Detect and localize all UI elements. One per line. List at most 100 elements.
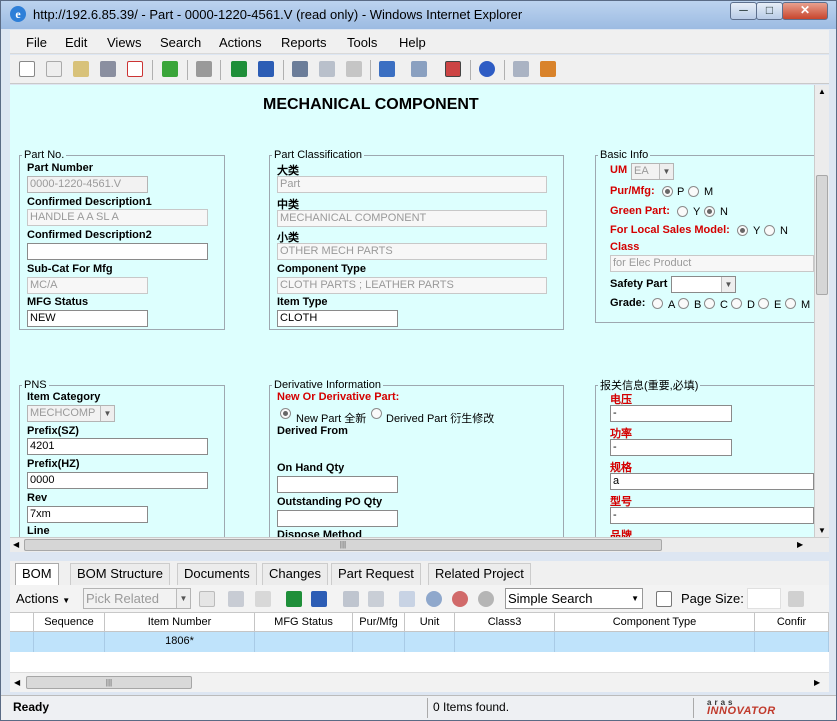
power-field[interactable]: - bbox=[610, 439, 732, 456]
undo-icon[interactable] bbox=[346, 61, 362, 77]
grade-c-radio[interactable] bbox=[704, 298, 715, 309]
item-category-select[interactable]: MECHCOMP ▼ bbox=[27, 405, 115, 422]
pick-related-select[interactable]: Pick Related ▼ bbox=[83, 588, 191, 609]
local-sales-n-radio[interactable] bbox=[764, 225, 775, 236]
minimize-button[interactable]: ─ bbox=[730, 2, 757, 20]
delete-relationship-icon[interactable] bbox=[255, 591, 271, 607]
scroll-thumb[interactable] bbox=[816, 175, 828, 295]
lock-icon[interactable] bbox=[292, 61, 308, 77]
menu-reports[interactable]: Reports bbox=[281, 35, 327, 50]
unclaim-icon[interactable] bbox=[513, 61, 529, 77]
new-relationship-icon[interactable] bbox=[199, 591, 215, 607]
table-row[interactable]: 1806* bbox=[10, 632, 829, 652]
cell-confirmed[interactable] bbox=[755, 632, 829, 652]
model-field[interactable]: - bbox=[610, 507, 814, 524]
pick-icon[interactable] bbox=[228, 591, 244, 607]
save-icon[interactable] bbox=[100, 61, 116, 77]
prefix-hz-field[interactable]: 0000 bbox=[27, 472, 208, 489]
search-icon[interactable] bbox=[426, 591, 442, 607]
tab-changes[interactable]: Changes bbox=[262, 563, 329, 585]
cell-item-number[interactable]: 1806* bbox=[105, 632, 255, 652]
mid-category-field[interactable]: MECHANICAL COMPONENT bbox=[277, 210, 547, 227]
tab-part-request[interactable]: Part Request bbox=[331, 563, 421, 585]
local-sales-y-radio[interactable] bbox=[737, 225, 748, 236]
view-icon[interactable] bbox=[46, 61, 62, 77]
menu-search[interactable]: Search bbox=[160, 35, 201, 50]
column-header-component-type[interactable]: Component Type bbox=[555, 613, 755, 632]
component-type-field[interactable]: CLOTH PARTS ; LEATHER PARTS bbox=[277, 277, 547, 294]
um-select[interactable]: EA ▼ bbox=[631, 163, 674, 180]
cell-pur-mfg[interactable] bbox=[353, 632, 405, 652]
column-header-pur-mfg[interactable]: Pur/Mfg bbox=[353, 613, 405, 632]
scroll-right-icon[interactable]: ▶ bbox=[814, 678, 820, 687]
column-header-item-number[interactable]: Item Number bbox=[105, 613, 255, 632]
scroll-thumb[interactable]: ||| bbox=[26, 676, 192, 689]
cell-unit[interactable] bbox=[405, 632, 455, 652]
menu-file[interactable]: File bbox=[26, 35, 47, 50]
run-search-icon[interactable] bbox=[478, 591, 494, 607]
safety-part-select[interactable]: ▼ bbox=[671, 276, 736, 293]
grid-options-icon[interactable] bbox=[656, 591, 672, 607]
delete-icon[interactable] bbox=[127, 61, 143, 77]
rev-field[interactable]: 7xm bbox=[27, 506, 148, 523]
open-folder-icon[interactable] bbox=[73, 61, 89, 77]
unlock-relationship-icon[interactable] bbox=[368, 591, 384, 607]
column-header-mfg-status[interactable]: MFG Status bbox=[255, 613, 353, 632]
grade-d-radio[interactable] bbox=[731, 298, 742, 309]
menu-actions[interactable]: Actions bbox=[219, 35, 262, 50]
grade-a-radio[interactable] bbox=[652, 298, 663, 309]
column-header-sequence[interactable]: Sequence bbox=[34, 613, 105, 632]
sub-cat-field[interactable]: MC/A bbox=[27, 277, 148, 294]
green-part-y-radio[interactable] bbox=[677, 206, 688, 217]
scroll-left-icon[interactable]: ◀ bbox=[13, 540, 19, 549]
new-document-icon[interactable] bbox=[19, 61, 35, 77]
column-header-class3[interactable]: Class3 bbox=[455, 613, 555, 632]
excel-icon[interactable] bbox=[231, 61, 247, 77]
help-icon[interactable] bbox=[479, 61, 495, 77]
part-number-field[interactable]: 0000-1220-4561.V bbox=[27, 176, 148, 193]
pur-mfg-m-radio[interactable] bbox=[688, 186, 699, 197]
scroll-right-icon[interactable]: ▶ bbox=[797, 540, 803, 549]
search-mode-select[interactable]: Simple Search ▼ bbox=[505, 588, 643, 609]
scroll-left-icon[interactable]: ◀ bbox=[14, 678, 20, 687]
tab-documents[interactable]: Documents bbox=[177, 563, 257, 585]
derived-part-radio[interactable] bbox=[371, 408, 382, 419]
word-icon[interactable] bbox=[258, 61, 274, 77]
menu-tools[interactable]: Tools bbox=[347, 35, 377, 50]
cell-component-type[interactable] bbox=[555, 632, 755, 652]
mfg-status-field[interactable]: NEW bbox=[27, 310, 148, 327]
actions-menu[interactable]: Actions ▼ bbox=[16, 591, 70, 606]
on-hand-qty-field[interactable] bbox=[277, 476, 398, 493]
menu-help[interactable]: Help bbox=[399, 35, 426, 50]
tab-related-project[interactable]: Related Project bbox=[428, 563, 531, 585]
page-nav-icon[interactable] bbox=[788, 591, 804, 607]
menu-edit[interactable]: Edit bbox=[65, 35, 87, 50]
scroll-down-icon[interactable]: ▼ bbox=[818, 526, 826, 535]
outstanding-po-qty-field[interactable] bbox=[277, 510, 398, 527]
promote-relationship-icon[interactable] bbox=[399, 591, 415, 607]
tab-bom-structure[interactable]: BOM Structure bbox=[70, 563, 170, 585]
grade-m-radio[interactable] bbox=[785, 298, 796, 309]
form-horizontal-scrollbar[interactable]: ◀ ||| ▶ bbox=[10, 537, 829, 552]
confirmed-description1-field[interactable]: HANDLE A A SL A bbox=[27, 209, 208, 226]
maximize-button[interactable]: □ bbox=[756, 2, 783, 20]
lock-relationship-icon[interactable] bbox=[343, 591, 359, 607]
pur-mfg-p-radio[interactable] bbox=[662, 186, 673, 197]
class-field[interactable]: for Elec Product bbox=[610, 255, 814, 272]
excel-export-icon[interactable] bbox=[286, 591, 302, 607]
grade-b-radio[interactable] bbox=[678, 298, 689, 309]
green-part-n-radio[interactable] bbox=[704, 206, 715, 217]
grade-e-radio[interactable] bbox=[758, 298, 769, 309]
column-header-unit[interactable]: Unit bbox=[405, 613, 455, 632]
print-icon[interactable] bbox=[196, 61, 212, 77]
cell-mfg-status[interactable] bbox=[255, 632, 353, 652]
scroll-thumb[interactable]: ||| bbox=[24, 539, 662, 551]
unlock-icon[interactable] bbox=[319, 61, 335, 77]
item-type-field[interactable]: CLOTH bbox=[277, 310, 398, 327]
column-header-confirmed[interactable]: Confir bbox=[755, 613, 829, 632]
refresh-icon[interactable] bbox=[162, 61, 178, 77]
clear-search-icon[interactable] bbox=[452, 591, 468, 607]
close-button[interactable]: ✕ bbox=[782, 2, 828, 20]
row-selector[interactable] bbox=[10, 632, 34, 652]
big-category-field[interactable]: Part bbox=[277, 176, 547, 193]
